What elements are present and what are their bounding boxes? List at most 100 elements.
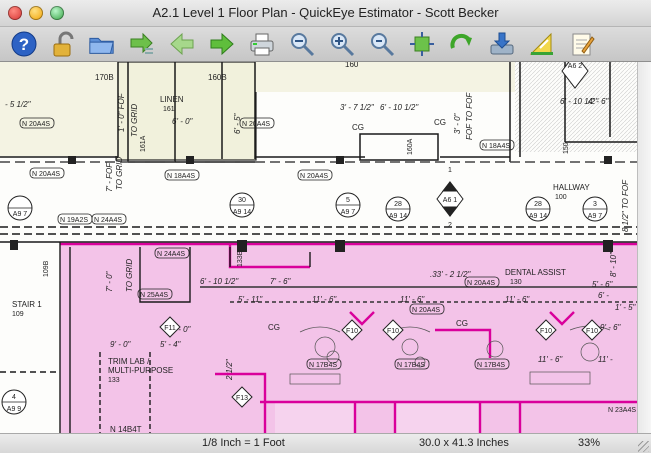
notes-button[interactable] [568, 29, 596, 59]
dim-text: 3' - 7 1/2" [340, 103, 375, 112]
vertical-scrollbar[interactable] [637, 62, 651, 433]
download-icon [490, 32, 514, 55]
measure-button[interactable] [528, 29, 556, 59]
dim-text: 7' - 0" [105, 270, 114, 292]
app-window: A2.1 Level 1 Floor Plan - QuickEye Estim… [0, 0, 651, 453]
spec-tag: N 20A4S [412, 307, 440, 314]
finish-tag: F13 [236, 395, 248, 402]
section-bubble-bottom: A9 9 [7, 406, 22, 413]
dim-text: 1' - 5" [615, 303, 637, 312]
status-scale: 1/8 Inch = 1 Foot [202, 437, 285, 449]
spec-tag: 150 [563, 142, 570, 154]
dim-text: 3' - 0" [453, 112, 462, 134]
room-trim-label-2: MULTI-PURPOSE [108, 366, 173, 375]
section-bubble-bottom: A9 7 [13, 211, 28, 218]
section-bubble-top: 28 [394, 201, 402, 208]
next-page-button[interactable] [128, 29, 156, 59]
spec-tag: 160A [407, 138, 414, 155]
finish-tag: F11 [164, 325, 176, 332]
fit-page-button[interactable] [408, 29, 436, 59]
dim-text: 5' - 4" [160, 340, 182, 349]
dim-text: 2 1/2" [225, 358, 234, 381]
finish-tag: F10 [586, 328, 598, 335]
open-button[interactable] [88, 29, 116, 59]
section-bubble-bottom: A9 14 [389, 213, 407, 220]
print-button[interactable] [248, 29, 276, 59]
dim-text: 11' - 6" [400, 295, 425, 304]
finish-tag: F10 [387, 328, 399, 335]
dim-text: 11' - 6" [505, 295, 530, 304]
status-zoom: 33% [578, 437, 601, 449]
room-160-label: 160 [345, 62, 359, 69]
spec-tag: N 20A4S [467, 280, 495, 287]
section-bubble-bottom: A9 7 [588, 213, 603, 220]
dim-text: 6' - 5" [233, 112, 242, 134]
window-title: A2.1 Level 1 Floor Plan - QuickEye Estim… [152, 5, 499, 20]
dim-text: 7' - FOF [105, 162, 114, 192]
room-hallway-label: HALLWAY [553, 183, 590, 192]
spec-tag: CG [456, 319, 468, 328]
spec-tag: N 17B4S [309, 362, 337, 369]
spec-tag: N 20A4S [242, 121, 270, 128]
open-folder-icon [89, 37, 114, 54]
unlock-icon [53, 31, 74, 57]
help-button[interactable]: ? [10, 29, 38, 59]
dim-text: 6' - [598, 291, 609, 300]
room-dental-number: 130 [510, 279, 522, 286]
spec-tag: 133B [237, 250, 244, 267]
spec-tag: N 19A2S [60, 217, 88, 224]
drawing-canvas[interactable]: 170B 160B 160 LINEN 161 STAIR 1 109 HALL… [0, 62, 637, 433]
dim-text: TO GRID [125, 259, 134, 292]
elevation-marker-bottom: 2 [448, 222, 452, 229]
status-sheet-size: 30.0 x 41.3 Inches [419, 437, 509, 449]
dim-text: 8' - 10" [609, 251, 618, 277]
spec-tag: CG [434, 118, 446, 127]
pink-room-sub [275, 402, 355, 433]
section-bubble-top: 5 [346, 197, 350, 204]
floor-plan-drawing: 170B 160B 160 LINEN 161 STAIR 1 109 HALL… [0, 62, 637, 433]
zoom-minus-button[interactable] [368, 29, 396, 59]
zoom-out-icon [291, 33, 315, 57]
dim-text: 11' - 6" [538, 355, 563, 364]
spec-tag: 161A [140, 135, 147, 152]
section-bubble-bottom: A9 14 [529, 213, 547, 220]
redo-icon [450, 33, 472, 49]
dim-text: FOF TO FOF [465, 92, 474, 140]
dim-text: 6' - 10 1/2" [380, 103, 419, 112]
section-bubble-bottom: A9 7 [341, 209, 356, 216]
spec-tag: N 18A4S [482, 143, 510, 150]
dim-text: 4' - 6" [588, 97, 610, 106]
spec-tag: N 25A4S [140, 292, 168, 299]
redo-button[interactable] [448, 29, 476, 59]
room-dental-label: DENTAL ASSIST [505, 268, 566, 277]
fit-page-icon [410, 32, 434, 56]
dim-text: TO GRID [130, 104, 139, 137]
forward-arrow-icon [210, 32, 234, 56]
dim-text: 9' - 0" [110, 340, 132, 349]
spec-tag: N 20A4S [300, 173, 328, 180]
forward-button[interactable] [208, 29, 236, 59]
elevation-marker-label: A6 2 [568, 63, 583, 70]
dim-text: 6' - 10 1/2" [200, 277, 239, 286]
dim-text: 5' - 6" [592, 280, 614, 289]
zoom-out-button[interactable] [288, 29, 316, 59]
dim-text: 5' - 11" [238, 295, 263, 304]
room-stair-number: 109 [12, 311, 24, 318]
spec-tag: N 24A4S [94, 217, 122, 224]
zoom-in-button[interactable] [328, 29, 356, 59]
back-button[interactable] [168, 29, 196, 59]
room-160-area [255, 62, 515, 92]
resize-grip[interactable] [638, 441, 649, 452]
spec-tag: N 20A4S [32, 171, 60, 178]
elevation-marker-label: A6 1 [443, 197, 458, 204]
dim-text: 1' - 0" FOF [117, 92, 126, 132]
dim-text: 6' - 0" [172, 117, 194, 126]
spec-tag: N 20A4S [22, 121, 50, 128]
dim-text: 7' - 6" [270, 277, 292, 286]
section-bubble-top: 30 [238, 197, 246, 204]
download-button[interactable] [488, 29, 516, 59]
section-bubble-top: 3 [593, 201, 597, 208]
unlock-button[interactable] [50, 29, 78, 59]
dim-text: .33' - 2 1/2" [430, 270, 472, 279]
room-linen-label: LINEN [160, 95, 184, 104]
